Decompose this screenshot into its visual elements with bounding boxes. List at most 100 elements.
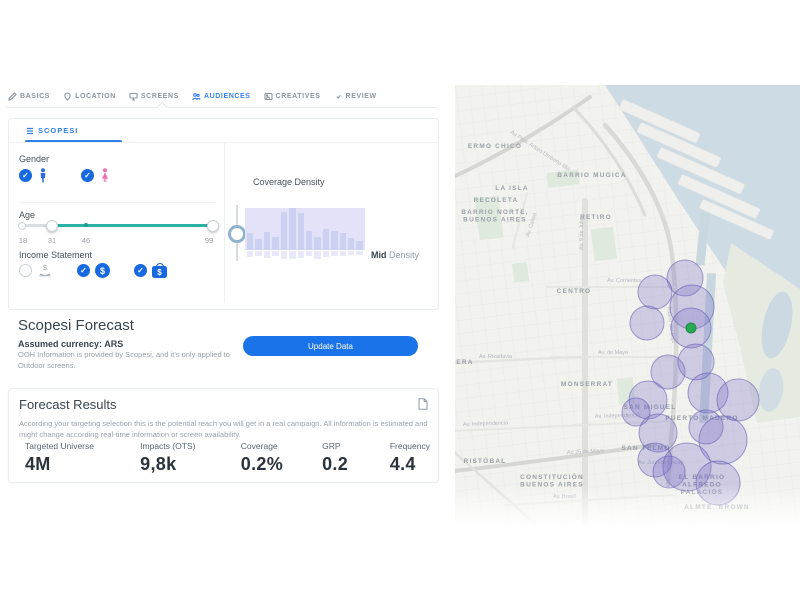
tab-creatives[interactable]: CREATIVES [264, 92, 321, 101]
coverage-circle[interactable] [717, 379, 759, 421]
column-divider [224, 143, 225, 303]
results-title: Forecast Results [19, 397, 117, 412]
tab-bar-divider [5, 107, 437, 108]
density-histogram [245, 208, 365, 250]
district-label: LA ISLA [495, 185, 528, 192]
check-icon[interactable]: ✓ [134, 264, 147, 277]
metrics-row: Targeted Universe 4M Impacts (OTS) 9,8k … [25, 441, 430, 475]
active-tab-notch [153, 101, 173, 108]
coverage-map[interactable]: Au Pres. Arturo Umberto IlliaPaseo del B… [455, 85, 800, 535]
density-bar [255, 239, 261, 250]
svg-text:$: $ [43, 265, 47, 272]
district-label: MONSERRAT [561, 381, 613, 388]
metric-value: 4M [25, 454, 140, 475]
tab-audiences[interactable]: AUDIENCES [192, 92, 251, 101]
check-icon[interactable]: ✓ [81, 169, 94, 182]
metric-targeted-universe: Targeted Universe 4M [25, 441, 140, 475]
coverage-density-label: Coverage Density [253, 177, 325, 187]
street-label: Av. Rivadavia [479, 354, 513, 360]
selected-screen-marker [686, 323, 696, 333]
density-bar [323, 229, 329, 250]
hand-coin-icon: $ [37, 263, 53, 278]
district-label: RETIRO [580, 214, 612, 221]
tab-label: BASICS [20, 93, 50, 100]
density-bar [298, 213, 304, 250]
slider-start-cap [18, 222, 26, 230]
subtab-scopesi[interactable]: SCOPESI [26, 126, 78, 135]
district-label: CONSTITUCIÓNBUENOS AIRES [520, 472, 584, 489]
metric-grp: GRP 0.2 [322, 441, 390, 475]
screen-icon [129, 92, 138, 101]
map-pin-icon[interactable] [686, 323, 696, 333]
update-data-button[interactable]: Update Data [243, 336, 418, 356]
metric-value: 4.4 [390, 454, 430, 475]
metric-label: Coverage [241, 441, 322, 451]
tab-review[interactable]: REVIEW [334, 92, 377, 101]
age-tick: 18 [19, 236, 27, 245]
tab-location[interactable]: LOCATION [63, 92, 116, 101]
scopesi-panel: SCOPESI Gender ✓ ✓ [8, 118, 439, 310]
campaign-planner-page: BASICS LOCATION SCREENS AUDIENCES CREATI… [0, 0, 800, 600]
income-label: Income Statement [19, 250, 92, 260]
gender-option-male[interactable]: ✓ [19, 168, 49, 183]
age-mark-46 [84, 223, 88, 227]
density-slider-handle[interactable] [228, 225, 246, 243]
density-bar [340, 233, 346, 250]
tab-label: SCREENS [141, 93, 179, 100]
density-level-suffix: Density [386, 250, 419, 260]
list-icon [26, 127, 34, 135]
coverage-circle[interactable] [638, 275, 672, 309]
dollar-coin-icon: $ [95, 263, 110, 278]
results-description: According your targeting selection this … [19, 418, 429, 441]
tab-screens[interactable]: SCREENS [129, 92, 179, 101]
gender-label: Gender [19, 154, 49, 164]
gender-option-female[interactable]: ✓ [81, 168, 111, 183]
metric-label: GRP [322, 441, 390, 451]
income-option-high[interactable]: ✓ $ [134, 263, 167, 278]
coverage-circle[interactable] [689, 410, 723, 444]
tab-basics[interactable]: BASICS [8, 92, 50, 101]
metric-label: Targeted Universe [25, 441, 140, 451]
district-label: ERMO CHICO [468, 143, 522, 150]
wizard-tab-bar: BASICS LOCATION SCREENS AUDIENCES CREATI… [8, 92, 377, 101]
coverage-circle[interactable] [696, 461, 740, 505]
divider [19, 202, 215, 203]
coverage-circle[interactable] [630, 306, 664, 340]
density-bar [272, 237, 278, 250]
document-icon[interactable] [418, 397, 428, 415]
income-option-mid[interactable]: ✓ $ [77, 263, 110, 278]
tab-label: LOCATION [75, 93, 116, 100]
street-label: Av. de Mayo [598, 350, 628, 356]
density-sub-bar [255, 251, 261, 256]
check-icon[interactable]: ✓ [19, 169, 32, 182]
slider-track-selected [51, 224, 214, 227]
check-icon[interactable]: ✓ [77, 264, 90, 277]
district-label: BARRIO MUGICA [557, 172, 626, 179]
age-min-handle[interactable] [46, 220, 58, 232]
density-bar [356, 241, 362, 250]
age-range-slider[interactable] [20, 224, 214, 227]
money-bag-icon: $ [152, 266, 167, 278]
age-max-handle[interactable] [207, 220, 219, 232]
forecast-note: OOH Information is provided by Scopesi, … [18, 350, 233, 372]
density-level-text: Mid Density [309, 250, 419, 260]
age-tick: 99 [205, 236, 213, 245]
coverage-circle[interactable] [653, 456, 685, 488]
density-bar [306, 231, 312, 250]
forecast-title: Scopesi Forecast [18, 317, 134, 334]
check-circle-icon [334, 92, 343, 101]
forecast-results-card: Forecast Results According your targetin… [8, 388, 439, 483]
tab-label: CREATIVES [276, 93, 321, 100]
street-label: Av. Brasil [553, 494, 576, 500]
map-base [455, 85, 800, 535]
gender-options: ✓ ✓ [19, 168, 111, 183]
male-icon [37, 168, 49, 183]
density-bar [264, 232, 270, 250]
district-label: RISTÓBAL [464, 456, 507, 465]
metric-value: 0.2% [241, 454, 322, 475]
income-option-low[interactable]: $ [19, 263, 53, 278]
radio-unchecked-icon[interactable] [19, 264, 32, 277]
metric-coverage: Coverage 0.2% [241, 441, 322, 475]
metric-label: Impacts (OTS) [140, 441, 241, 451]
district-label: RECOLETA [474, 197, 519, 204]
